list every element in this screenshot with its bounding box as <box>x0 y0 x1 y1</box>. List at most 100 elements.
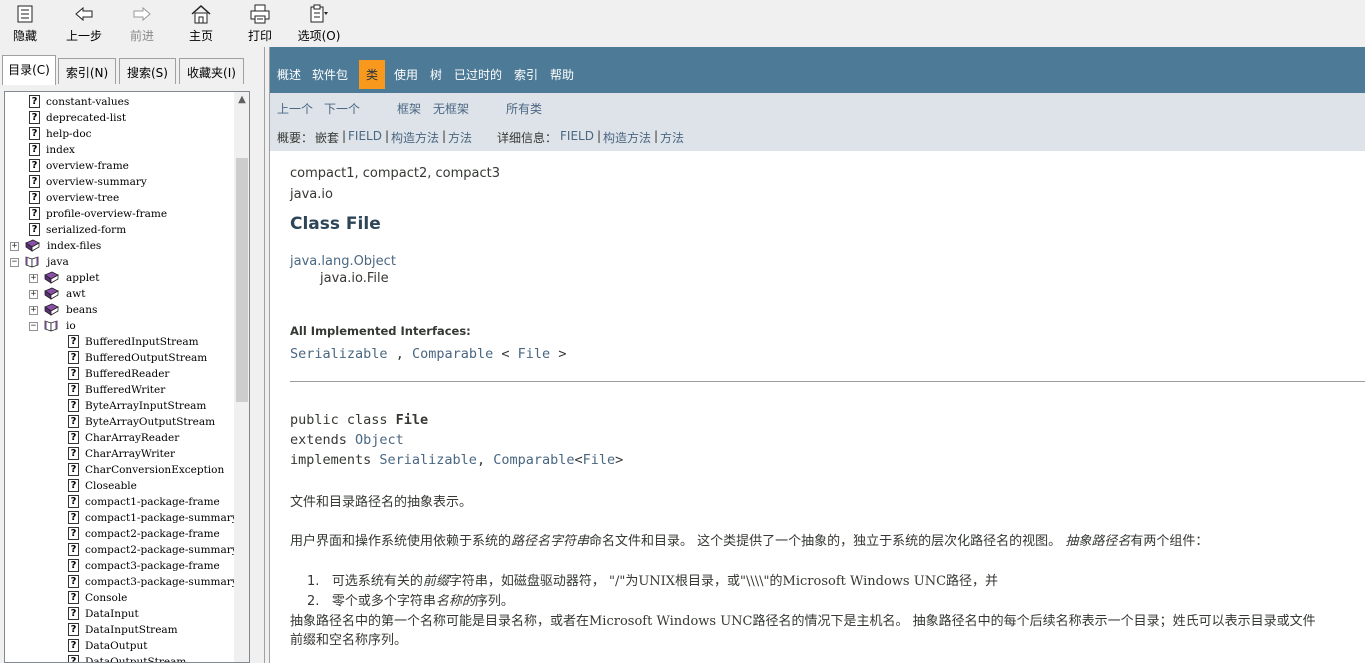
summary-constructor-link[interactable]: 构造方法 <box>391 129 439 146</box>
tree-item[interactable]: + awt <box>5 286 233 302</box>
tree-item[interactable]: ? compact1-package-frame <box>5 494 233 510</box>
tree-item[interactable]: ? overview-frame <box>5 158 233 174</box>
nav-use[interactable]: 使用 <box>394 66 418 83</box>
tree-item[interactable]: + applet <box>5 270 233 286</box>
tab-contents[interactable]: 目录(C) <box>2 55 56 85</box>
serializable-link[interactable]: Serializable <box>379 452 477 468</box>
collapse-icon[interactable]: − <box>29 322 38 331</box>
tree-item-label: CharArrayWriter <box>85 448 176 460</box>
back-button[interactable]: 上一步 <box>64 4 104 44</box>
tree-item[interactable]: ? DataOutput <box>5 638 233 654</box>
expand-icon[interactable]: + <box>29 274 38 283</box>
tree-item[interactable]: ? compact2-package-summary <box>5 542 238 558</box>
frames-link[interactable]: 框架 <box>397 100 421 117</box>
tree-item[interactable]: ? DataInput <box>5 606 233 622</box>
summary-method-link[interactable]: 方法 <box>448 129 472 146</box>
tree-item[interactable]: ? BufferedWriter <box>5 382 233 398</box>
implements-keyword: implements <box>290 452 380 468</box>
tree-item[interactable]: ? ByteArrayInputStream <box>5 398 233 414</box>
tree-item[interactable]: ? overview-tree <box>5 190 233 206</box>
tree-item[interactable]: ? BufferedReader <box>5 366 233 382</box>
back-arrow-icon <box>75 6 93 22</box>
tree-scrollbar[interactable]: ▲ <box>234 92 249 662</box>
tree-item[interactable]: ? index <box>5 142 233 158</box>
nav-index[interactable]: 索引 <box>514 66 538 83</box>
tree-item[interactable]: + beans <box>5 302 233 318</box>
serializable-link[interactable]: Serializable <box>290 346 388 362</box>
hide-button[interactable]: 隐藏 <box>10 4 40 44</box>
tree-item[interactable]: ? Console <box>5 590 233 606</box>
home-button[interactable]: 主页 <box>186 4 216 44</box>
tree-item[interactable]: ? compact3-package-frame <box>5 558 233 574</box>
tree-item[interactable]: ? CharConversionException <box>5 462 233 478</box>
options-button[interactable]: 选项(O) <box>296 4 342 44</box>
nav-tree[interactable]: 树 <box>430 66 442 83</box>
tree-item[interactable]: ? help-doc <box>5 126 233 142</box>
help-page-icon: ? <box>68 495 79 508</box>
detail-method-link[interactable]: 方法 <box>660 129 684 146</box>
comparable-link[interactable]: Comparable <box>412 346 493 362</box>
help-page-icon: ? <box>29 159 40 172</box>
tree-item[interactable]: ? serialized-form <box>5 222 233 238</box>
detail-constructor-link[interactable]: 构造方法 <box>603 129 651 146</box>
tree-item[interactable]: ? compact1-package-summary <box>5 510 238 526</box>
scrollbar-thumb[interactable] <box>236 158 248 402</box>
tree-item[interactable]: ? deprecated-list <box>5 110 233 126</box>
tree-item[interactable]: ? Closeable <box>5 478 233 494</box>
print-button[interactable]: 打印 <box>245 4 275 44</box>
nav-help[interactable]: 帮助 <box>550 66 574 83</box>
open-book-icon <box>25 256 39 268</box>
tab-favorites[interactable]: 收藏夹(I) <box>179 58 244 84</box>
tree-item[interactable]: ? constant-values <box>5 94 233 110</box>
summary-field-link[interactable]: FIELD <box>348 129 382 143</box>
tree-item-label: compact3-package-summary <box>85 576 238 588</box>
expand-icon[interactable]: + <box>10 242 19 251</box>
help-page-icon: ? <box>68 399 79 412</box>
tree-item-label: compact2-package-summary <box>85 544 238 556</box>
closed-book-icon <box>44 287 59 300</box>
expand-icon[interactable]: + <box>29 290 38 299</box>
object-link[interactable]: Object <box>355 432 404 448</box>
prev-class-link[interactable]: 上一个 <box>277 100 313 117</box>
tree-item-label: compact1-package-summary <box>85 512 238 524</box>
help-page-icon: ? <box>68 383 79 396</box>
file-link[interactable]: File <box>583 452 616 468</box>
contents-tree: ? constant-values? deprecated-list? help-do… <box>4 91 250 663</box>
tab-index[interactable]: 索引(N) <box>58 58 116 84</box>
file-link[interactable]: File <box>518 346 551 362</box>
lt: < <box>501 346 510 362</box>
tree-item[interactable]: ? CharArrayReader <box>5 430 233 446</box>
tree-item[interactable]: ? DataInputStream <box>5 622 233 638</box>
nav-deprecated[interactable]: 已过时的 <box>454 66 502 83</box>
tree-item[interactable]: ? BufferedInputStream <box>5 334 233 350</box>
separator: | <box>342 129 347 143</box>
comparable-link[interactable]: Comparable <box>493 452 574 468</box>
tree-item[interactable]: ? compact2-package-frame <box>5 526 233 542</box>
tree-item[interactable]: ? compact3-package-summary <box>5 574 238 590</box>
all-classes-link[interactable]: 所有类 <box>506 100 542 117</box>
forward-arrow-icon <box>133 6 151 22</box>
superclass-link[interactable]: java.lang.Object <box>290 254 396 269</box>
separator: | <box>654 129 659 143</box>
tab-search[interactable]: 搜索(S) <box>119 58 176 84</box>
tree-item[interactable]: ? overview-summary <box>5 174 233 190</box>
tree-item[interactable]: ? DataOutputStream <box>5 654 233 662</box>
detail-label: 详细信息： <box>497 131 558 145</box>
separator: | <box>442 129 447 143</box>
no-frames-link[interactable]: 无框架 <box>433 100 469 117</box>
tree-item[interactable]: ? profile-overview-frame <box>5 206 233 222</box>
nav-overview[interactable]: 概述 <box>277 66 301 83</box>
forward-button[interactable]: 前进 <box>127 4 157 44</box>
tree-item[interactable]: − java <box>5 254 233 270</box>
next-class-link[interactable]: 下一个 <box>324 100 360 117</box>
scroll-up-icon[interactable]: ▲ <box>234 92 249 108</box>
collapse-icon[interactable]: − <box>10 258 19 267</box>
tree-item[interactable]: ? BufferedOutputStream <box>5 350 233 366</box>
tree-item[interactable]: ? ByteArrayOutputStream <box>5 414 233 430</box>
expand-icon[interactable]: + <box>29 306 38 315</box>
nav-package[interactable]: 软件包 <box>312 66 348 83</box>
tree-item[interactable]: + index-files <box>5 238 233 254</box>
tree-item[interactable]: − io <box>5 318 233 334</box>
detail-field-link[interactable]: FIELD <box>560 129 594 143</box>
tree-item[interactable]: ? CharArrayWriter <box>5 446 233 462</box>
